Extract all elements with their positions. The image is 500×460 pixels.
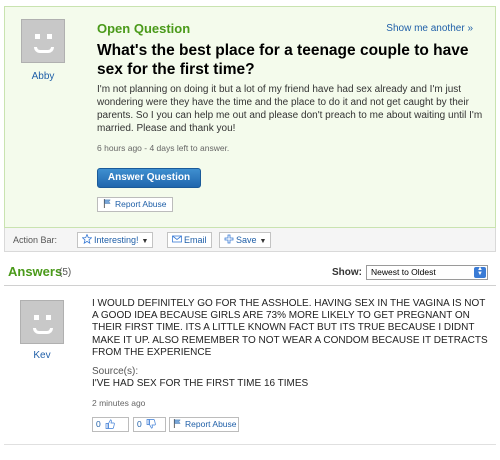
email-button[interactable]: Email xyxy=(167,232,212,248)
answers-title: Answers xyxy=(8,264,63,279)
question-status: Open Question xyxy=(97,21,191,36)
thumbs-down-count: 0 xyxy=(137,419,142,429)
source-label: Source(s): xyxy=(92,366,139,377)
default-avatar-icon xyxy=(21,301,63,343)
save-button[interactable]: Save ▼ xyxy=(219,232,272,248)
thumbs-up-count: 0 xyxy=(96,419,101,429)
answers-header: Answers (5) Show: Newest to Oldest ▲ ▼ xyxy=(4,260,496,286)
interesting-label: Interesting! xyxy=(94,235,139,245)
divider xyxy=(4,444,496,445)
flag-icon xyxy=(173,419,181,428)
answerer-name[interactable]: Kev xyxy=(4,350,80,361)
chevron-down-icon: ▼ xyxy=(141,238,149,245)
question-timestamp: 6 hours ago - 4 days left to answer. xyxy=(97,143,230,153)
envelope-icon xyxy=(172,235,182,243)
report-abuse-label: Report Abuse xyxy=(115,199,167,209)
sort-selected-value: Newest to Oldest xyxy=(371,267,436,277)
asker-name[interactable]: Abby xyxy=(5,71,81,82)
star-icon xyxy=(82,234,92,244)
default-avatar-icon xyxy=(22,20,64,62)
answer-body: I WOULD DEFINITELY GO FOR THE ASSHOLE. H… xyxy=(92,298,488,358)
answer-source: I'VE HAD SEX FOR THE FIRST TIME 16 TIMES xyxy=(92,378,309,389)
thumbs-up-icon xyxy=(105,419,115,429)
plus-icon xyxy=(224,234,234,244)
question-panel: Abby Open Question Show me another » Wha… xyxy=(4,6,496,228)
answer-question-button[interactable]: Answer Question xyxy=(97,168,201,188)
report-abuse-label: Report Abuse xyxy=(185,419,237,429)
report-abuse-button[interactable]: Report Abuse xyxy=(169,417,239,432)
thumbs-up-button[interactable]: 0 xyxy=(92,417,129,432)
email-label: Email xyxy=(184,235,207,245)
save-label: Save xyxy=(236,235,257,245)
select-arrows-icon: ▲ ▼ xyxy=(474,266,486,278)
thumbs-down-button[interactable]: 0 xyxy=(133,417,166,432)
chevron-down-icon: ▼ xyxy=(259,238,267,245)
answer-timestamp: 2 minutes ago xyxy=(92,398,146,408)
report-abuse-button[interactable]: Report Abuse xyxy=(97,197,173,212)
show-another-link[interactable]: Show me another » xyxy=(386,23,473,34)
sort-label: Show: xyxy=(332,267,362,278)
action-bar: Action Bar: Interesting! ▼ Email Save ▼ xyxy=(4,228,496,252)
asker-avatar[interactable] xyxy=(21,19,65,63)
action-bar-label: Action Bar: xyxy=(13,235,58,245)
question-title: What's the best place for a teenage coup… xyxy=(97,42,469,78)
answers-count: (5) xyxy=(59,267,72,278)
question-body: I'm not planning on doing it but a lot o… xyxy=(97,84,483,134)
thumbs-down-icon xyxy=(146,419,156,429)
flag-icon xyxy=(103,199,111,208)
answerer-avatar[interactable] xyxy=(20,300,64,344)
sort-select[interactable]: Newest to Oldest ▲ ▼ xyxy=(366,265,488,280)
interesting-button[interactable]: Interesting! ▼ xyxy=(77,232,154,248)
